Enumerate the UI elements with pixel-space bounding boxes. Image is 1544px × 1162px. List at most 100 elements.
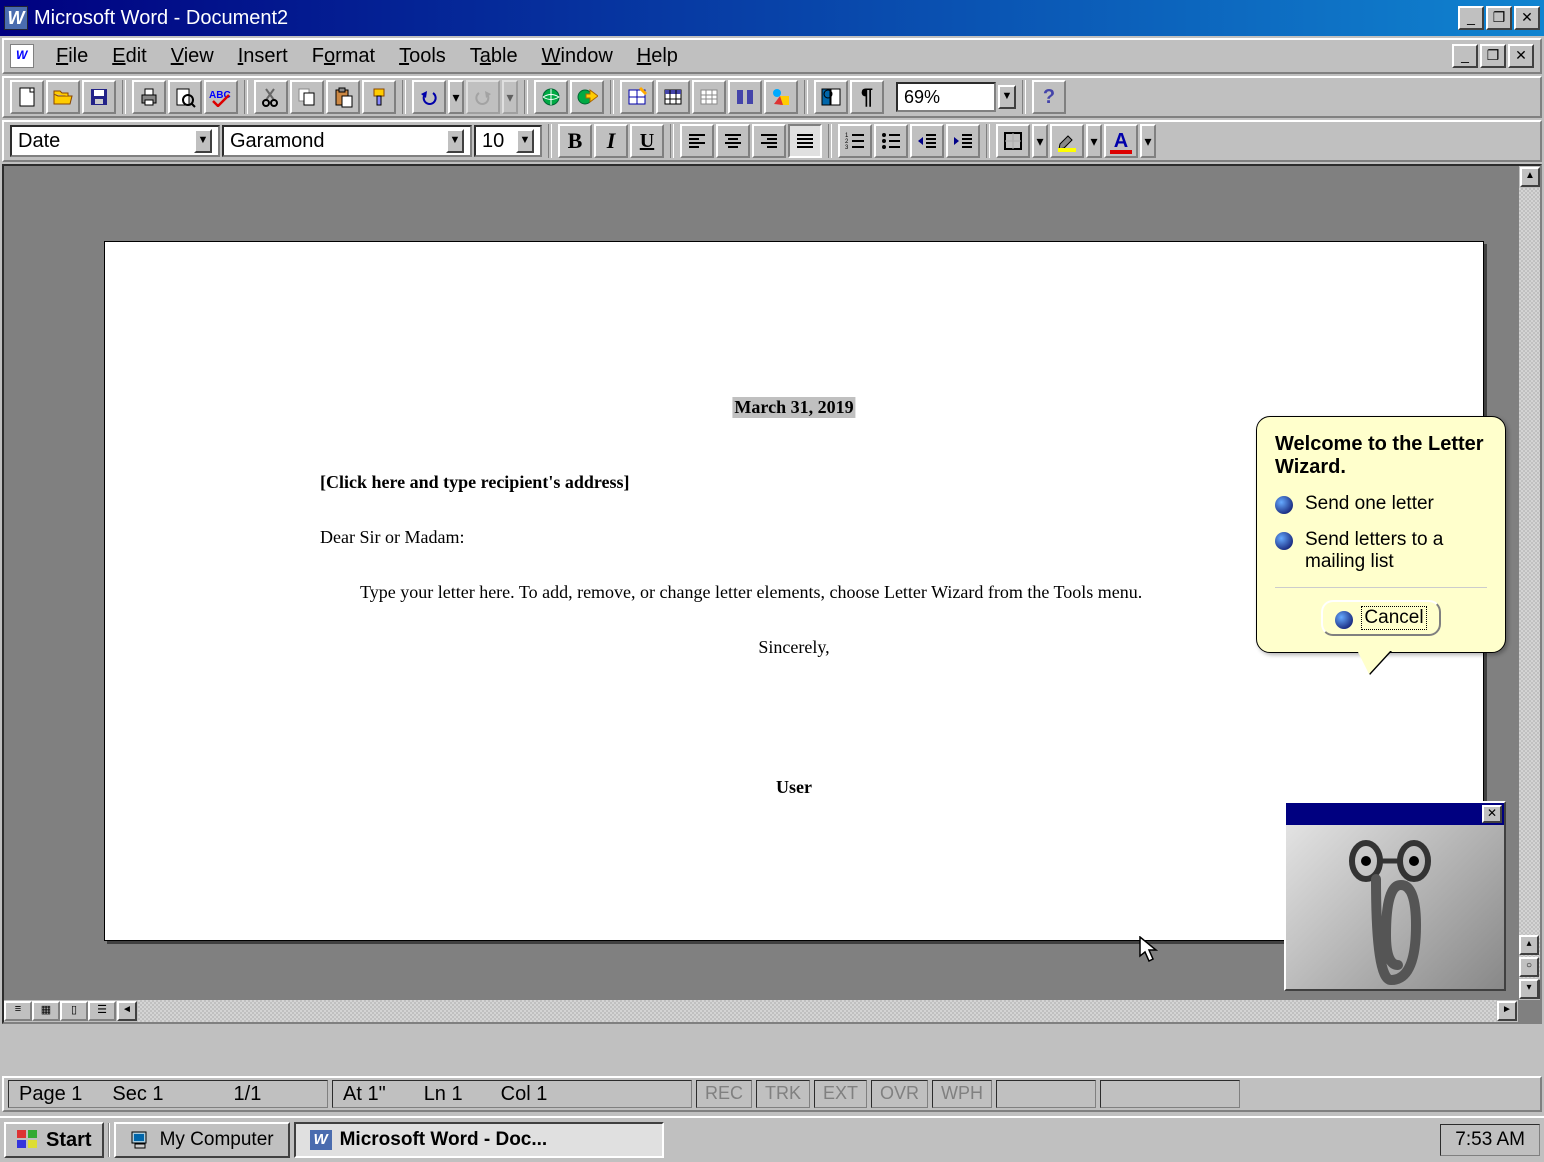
columns-button[interactable] (728, 80, 762, 114)
cut-button[interactable] (254, 80, 288, 114)
minimize-button[interactable]: _ (1458, 6, 1484, 30)
mdi-minimize-button[interactable]: _ (1452, 44, 1478, 68)
menu-help[interactable]: Help (625, 41, 690, 72)
select-browse-object-button[interactable]: ○ (1519, 957, 1539, 977)
new-document-button[interactable] (10, 80, 44, 114)
assistant-close-button[interactable]: ✕ (1482, 805, 1502, 823)
undo-dropdown[interactable]: ▾ (448, 80, 464, 114)
decrease-indent-button[interactable] (910, 124, 944, 158)
mdi-close-button[interactable]: ✕ (1508, 44, 1534, 68)
underline-button[interactable]: U (630, 124, 664, 158)
taskbar-word-document[interactable]: W Microsoft Word - Doc... (294, 1122, 664, 1158)
print-button[interactable] (132, 80, 166, 114)
align-right-button[interactable] (752, 124, 786, 158)
close-button[interactable]: ✕ (1514, 6, 1540, 30)
sender-name-text[interactable]: User (776, 777, 812, 798)
balloon-option-send-one[interactable]: Send one letter (1275, 493, 1487, 515)
vertical-scrollbar[interactable]: ▲ ▼ (1518, 166, 1540, 1000)
start-button[interactable]: Start (4, 1122, 104, 1158)
tables-borders-button[interactable] (620, 80, 654, 114)
letter-date-field[interactable]: March 31, 2019 (732, 397, 855, 418)
menu-file[interactable]: File (44, 41, 100, 72)
document-map-button[interactable] (814, 80, 848, 114)
copy-button[interactable] (290, 80, 324, 114)
closing-text[interactable]: Sincerely, (758, 637, 829, 658)
insert-hyperlink-button[interactable] (534, 80, 568, 114)
italic-button[interactable]: I (594, 124, 628, 158)
save-button[interactable] (82, 80, 116, 114)
menu-format[interactable]: Format (300, 41, 387, 72)
formatting-toolbar: Date▼ Garamond▼ 10▼ B I U 123 ▾ ▾ A ▾ (2, 120, 1542, 162)
font-color-dropdown[interactable]: ▾ (1140, 124, 1156, 158)
highlight-button[interactable] (1050, 124, 1084, 158)
open-button[interactable] (46, 80, 80, 114)
browse-object-buttons: ▴ ○ ▾ (1518, 934, 1540, 1000)
status-column: Col 1 (501, 1083, 548, 1106)
word-app-icon: W (4, 6, 28, 30)
outline-view-button[interactable]: ☰ (88, 1001, 116, 1021)
menu-table[interactable]: Table (458, 41, 530, 72)
highlight-dropdown[interactable]: ▾ (1086, 124, 1102, 158)
balloon-option-mailing-list[interactable]: Send letters to a mailing list (1275, 529, 1487, 573)
next-page-button[interactable]: ▾ (1519, 979, 1539, 999)
online-layout-view-button[interactable]: ▦ (32, 1001, 60, 1021)
align-left-button[interactable] (680, 124, 714, 158)
menu-insert[interactable]: Insert (226, 41, 300, 72)
page-layout-view-button[interactable]: ▯ (60, 1001, 88, 1021)
help-button[interactable]: ? (1032, 80, 1066, 114)
computer-icon (130, 1130, 152, 1150)
status-rec-indicator[interactable]: REC (696, 1080, 752, 1108)
zoom-dropdown-arrow[interactable]: ▼ (998, 85, 1016, 109)
print-preview-button[interactable] (168, 80, 202, 114)
status-at: At 1" (343, 1083, 386, 1106)
menu-window[interactable]: Window (530, 41, 625, 72)
insert-table-button[interactable] (656, 80, 690, 114)
system-tray[interactable]: 7:53 AM (1440, 1124, 1540, 1156)
scroll-left-button[interactable]: ◄ (117, 1001, 137, 1021)
paste-button[interactable] (326, 80, 360, 114)
align-center-button[interactable] (716, 124, 750, 158)
status-ext-indicator[interactable]: EXT (814, 1080, 867, 1108)
redo-button[interactable] (466, 80, 500, 114)
font-color-button[interactable]: A (1104, 124, 1138, 158)
recipient-address-field[interactable]: [Click here and type recipient's address… (320, 472, 630, 493)
balloon-cancel-button[interactable]: Cancel (1321, 600, 1440, 636)
office-assistant-window[interactable]: ✕ (1284, 801, 1506, 991)
maximize-button[interactable]: ❐ (1486, 6, 1512, 30)
bulleted-list-button[interactable] (874, 124, 908, 158)
border-dropdown[interactable]: ▾ (1032, 124, 1048, 158)
bullet-icon (1335, 611, 1353, 629)
scroll-right-button[interactable]: ► (1497, 1001, 1517, 1021)
format-painter-button[interactable] (362, 80, 396, 114)
web-toolbar-button[interactable] (570, 80, 604, 114)
numbered-list-button[interactable]: 123 (838, 124, 872, 158)
horizontal-scrollbar: ≡ ▦ ▯ ☰ ◄ ► (4, 1000, 1518, 1022)
font-size-combo[interactable]: 10▼ (474, 125, 542, 157)
scroll-up-button[interactable]: ▲ (1520, 167, 1540, 187)
mdi-restore-button[interactable]: ❐ (1480, 44, 1506, 68)
bold-button[interactable]: B (558, 124, 592, 158)
spelling-button[interactable]: ABC (204, 80, 238, 114)
taskbar-my-computer[interactable]: My Computer (114, 1122, 290, 1158)
font-combo[interactable]: Garamond▼ (222, 125, 472, 157)
increase-indent-button[interactable] (946, 124, 980, 158)
zoom-combo[interactable]: 69% (896, 82, 996, 112)
menu-view[interactable]: View (159, 41, 226, 72)
previous-page-button[interactable]: ▴ (1519, 935, 1539, 955)
normal-view-button[interactable]: ≡ (4, 1001, 32, 1021)
justify-button[interactable] (788, 124, 822, 158)
menu-edit[interactable]: Edit (100, 41, 158, 72)
redo-dropdown[interactable]: ▾ (502, 80, 518, 114)
document-control-icon[interactable] (10, 44, 34, 68)
drawing-button[interactable] (764, 80, 798, 114)
salutation-text[interactable]: Dear Sir or Madam: (320, 527, 464, 548)
status-ovr-indicator[interactable]: OVR (871, 1080, 928, 1108)
insert-worksheet-button[interactable] (692, 80, 726, 114)
show-hide-button[interactable]: ¶ (850, 80, 884, 114)
status-trk-indicator[interactable]: TRK (756, 1080, 810, 1108)
undo-button[interactable] (412, 80, 446, 114)
style-combo[interactable]: Date▼ (10, 125, 220, 157)
status-wph-indicator[interactable]: WPH (932, 1080, 992, 1108)
outside-border-button[interactable] (996, 124, 1030, 158)
menu-tools[interactable]: Tools (387, 41, 458, 72)
